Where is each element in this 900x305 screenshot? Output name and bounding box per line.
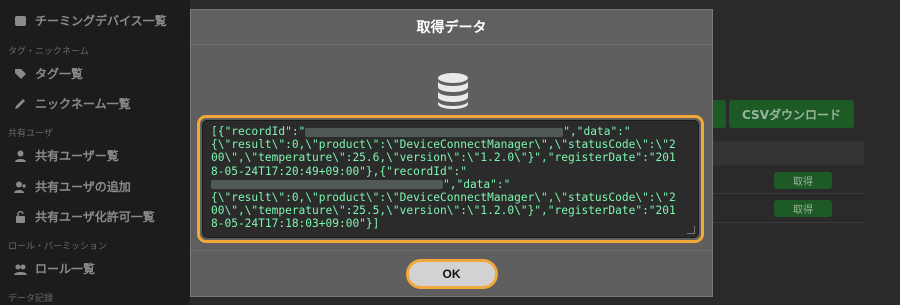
pencil-icon — [15, 98, 25, 109]
json-text: [{"recordId":" — [211, 125, 306, 138]
partial-button[interactable] — [712, 100, 726, 128]
json-line: {\"result\":0,\"product\":\"DeviceConnec… — [211, 138, 690, 151]
json-text: ","data":" — [563, 125, 631, 138]
table-divider — [712, 193, 864, 194]
sidebar-item-tags[interactable]: タグ一覧 — [14, 65, 83, 82]
json-text: ","data":" — [443, 177, 511, 191]
sidebar-item-roles[interactable]: ロール一覧 — [14, 260, 95, 277]
sidebar-section-shared-users: 共有ユーザ — [8, 129, 53, 139]
sidebar-item-label: 共有ユーザの追加 — [35, 180, 131, 194]
json-text: 00\",\"temperature\":25.6,\"version\":\"… — [211, 151, 676, 165]
json-line: 00\",\"temperature\":25.5,\"version\":\"… — [211, 204, 690, 217]
json-text: 00\",\"temperature\":25.5,\"version\":\"… — [211, 204, 676, 218]
sidebar-item-nicknames[interactable]: ニックネーム一覧 — [14, 95, 131, 112]
json-text: {\"result\":0,\"product\":\"DeviceConnec… — [211, 191, 676, 205]
sidebar-item-label: ロール一覧 — [35, 262, 96, 276]
ok-button[interactable]: OK — [405, 259, 498, 289]
users-icon — [14, 264, 27, 275]
device-icon — [15, 15, 26, 26]
sidebar-section-data-records: データ記録 — [8, 294, 54, 304]
sidebar-item-label: チーミングデバイス一覧 — [35, 14, 167, 28]
json-highlight-frame: [{"recordId":" ","data":" {\"result\":0,\"… — [197, 115, 704, 243]
sidebar-item-shared-users[interactable]: 共有ユーザー覧 — [14, 147, 119, 164]
database-icon — [438, 73, 468, 109]
json-textarea[interactable]: [{"recordId":" ","data":" {\"result\":0,\"… — [202, 120, 699, 238]
sidebar-item-label: 共有ユーザ化許可一覧 — [35, 210, 155, 224]
user-plus-icon — [14, 181, 26, 193]
sidebar-item-add-shared-user[interactable]: 共有ユーザの追加 — [14, 178, 131, 195]
modal-footer: OK — [191, 250, 712, 297]
modal-title: 取得データ — [191, 10, 712, 45]
json-line: 8-05-24T17:20:49+09:00"},{"recordId":" — [211, 165, 690, 178]
redacted-record-id — [305, 127, 564, 137]
lock-icon — [16, 210, 25, 223]
sidebar-section-roles: ロール・パーミッション — [8, 242, 108, 252]
sidebar-section-tags: タグ・ニックネーム — [8, 47, 89, 57]
sidebar: チーミングデバイス一覧 タグ・ニックネーム タグ一覧 ニックネーム一覧 共有ユー… — [0, 0, 190, 305]
sidebar-item-shared-user-permissions[interactable]: 共有ユーザ化許可一覧 — [14, 208, 155, 225]
resize-grip[interactable] — [687, 226, 695, 234]
sidebar-item-label: タグ一覧 — [35, 67, 84, 81]
sidebar-item-label: ニックネーム一覧 — [35, 97, 131, 111]
user-icon — [15, 150, 26, 162]
redacted-record-id — [211, 180, 443, 190]
json-line: {\"result\":0,\"product\":\"DeviceConnec… — [211, 191, 690, 204]
sidebar-item-label: 共有ユーザー覧 — [35, 149, 119, 163]
json-text: 8-05-24T17:18:03+09:00"}] — [211, 217, 380, 231]
tag-icon — [15, 68, 26, 79]
get-data-button[interactable]: 取得 — [774, 172, 832, 189]
json-line: ","data":" — [211, 178, 690, 191]
json-text: {\"result\":0,\"product\":\"DeviceConnec… — [211, 138, 676, 152]
json-line: [{"recordId":" ","data":" — [211, 125, 690, 138]
sidebar-item-teaming-devices[interactable]: チーミングデバイス一覧 — [14, 12, 167, 29]
csv-download-button[interactable]: CSVダウンロード — [729, 100, 854, 128]
table-divider — [712, 222, 864, 223]
get-data-button[interactable]: 取得 — [774, 200, 832, 217]
table-header — [712, 141, 864, 165]
json-text: 8-05-24T17:20:49+09:00"},{"recordId":" — [211, 164, 467, 178]
json-line: 00\",\"temperature\":25.6,\"version\":\"… — [211, 151, 690, 164]
json-line: 8-05-24T17:18:03+09:00"}] — [211, 217, 690, 230]
data-modal: 取得データ [{"recordId":" ","data":" {\"result\… — [190, 9, 713, 297]
